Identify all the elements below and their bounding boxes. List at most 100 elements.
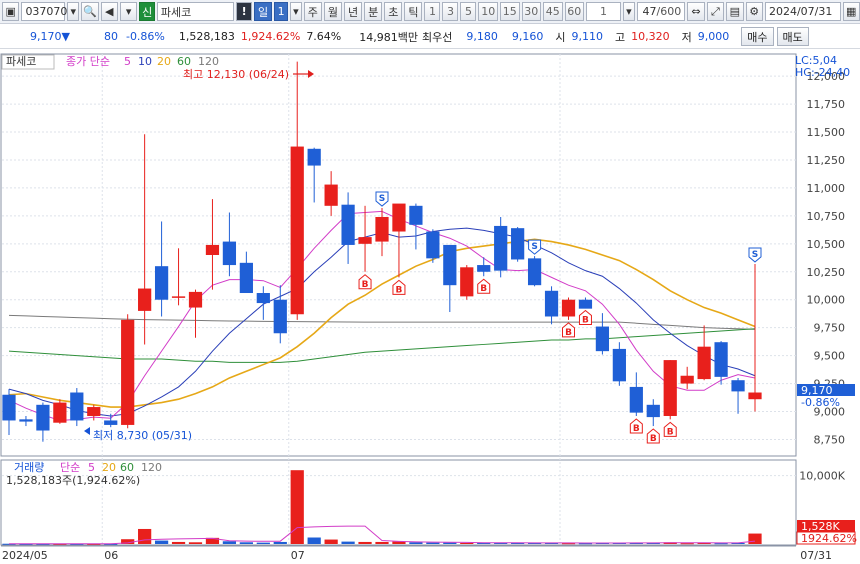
x-axis-label: 07: [291, 549, 305, 562]
minute-10-button[interactable]: 10: [478, 2, 498, 21]
search-icon[interactable]: 🔍: [81, 2, 99, 21]
candle-body: [527, 258, 542, 286]
candle-body: [629, 386, 643, 413]
high-price: 10,320: [631, 30, 670, 43]
signal-letter: B: [633, 424, 640, 434]
zoom-icon[interactable]: ⇔: [687, 2, 705, 21]
period-dropdown-icon[interactable]: ▾: [290, 2, 302, 21]
volume-bar: [138, 528, 152, 544]
candle-body: [511, 228, 525, 260]
candle-body: [222, 241, 237, 266]
candle-body: [256, 293, 270, 304]
candle-body: [324, 184, 338, 206]
candle-body: [171, 296, 186, 298]
period-week-button[interactable]: 주: [303, 2, 322, 21]
period-day-button[interactable]: 일: [253, 2, 273, 21]
period-tick-button[interactable]: 틱: [404, 2, 423, 21]
period-second-button[interactable]: 초: [384, 2, 403, 21]
crosshair-icon[interactable]: ⤢: [706, 2, 725, 21]
count-value: 47: [642, 5, 657, 18]
stock-name-field[interactable]: 파세코: [156, 2, 235, 21]
code-dropdown-icon[interactable]: ▾: [67, 2, 80, 21]
period-year-button[interactable]: 년: [343, 2, 363, 21]
candle-body: [731, 380, 745, 392]
candle-body: [663, 360, 677, 416]
volume-bar: [443, 542, 457, 544]
down-arrow-icon: ▼: [61, 30, 70, 43]
minute-1-button[interactable]: 1: [424, 2, 441, 21]
candle-body: [409, 205, 423, 225]
volume-bar: [409, 542, 423, 544]
price-chart[interactable]: 8,7509,0009,2509,5009,75010,00010,25010,…: [0, 50, 860, 564]
volume-bar: [324, 539, 338, 544]
y-tick-label: 10,000: [807, 294, 846, 307]
vol-tick-label: 10,000K: [799, 470, 845, 483]
save-icon[interactable]: ▤: [726, 2, 744, 21]
y-tick-label: 9,500: [814, 350, 846, 363]
panel-icon[interactable]: ▣: [2, 2, 20, 21]
minute-45-button[interactable]: 45: [543, 2, 563, 21]
volume-bar: [290, 470, 304, 544]
y-tick-label: 11,500: [807, 126, 846, 139]
signal-letter: B: [396, 285, 403, 295]
minute-dropdown-icon[interactable]: ▾: [623, 2, 635, 21]
candle-body: [460, 267, 474, 297]
minute-60-button[interactable]: 60: [564, 2, 585, 21]
trade-amount: 14,981백만: [359, 30, 418, 44]
speaker-icon[interactable]: ◀: [100, 2, 118, 21]
volume-value: 1,528,183: [178, 30, 235, 43]
signal-letter: B: [667, 427, 674, 437]
price-change-pct: -0.86%: [125, 30, 165, 43]
calendar-icon[interactable]: ▦: [842, 2, 860, 21]
best-ask-label: 최우선: [422, 30, 453, 44]
minute-input[interactable]: 1: [586, 2, 621, 21]
volume-bar: [222, 541, 237, 544]
y-tick-label: 11,750: [807, 98, 846, 111]
minute-3-button[interactable]: 3: [442, 2, 459, 21]
low-price: 9,000: [697, 30, 730, 43]
candle-body: [595, 326, 610, 352]
alert-icon[interactable]: !: [236, 2, 252, 21]
candle-body: [53, 402, 67, 423]
gear-icon[interactable]: ⚙: [745, 2, 763, 21]
signal-letter: B: [480, 284, 487, 294]
candle-body: [341, 204, 355, 245]
stock-code-input[interactable]: 037070: [21, 2, 67, 21]
price-change: 80: [103, 30, 118, 43]
candle-body: [375, 216, 389, 242]
date-text: 2024/07/31: [768, 5, 833, 18]
candle-body: [188, 291, 203, 308]
candle-body: [307, 148, 321, 166]
candle-body: [646, 404, 660, 418]
period-minute-button[interactable]: 분: [364, 2, 383, 21]
volume-bar: [341, 541, 355, 544]
vol-legend-ma60: 60: [120, 461, 134, 474]
sell-button[interactable]: 매도: [776, 27, 809, 46]
volume-bar: [171, 541, 186, 544]
chevron-down-icon[interactable]: ▾: [119, 2, 138, 21]
period-count[interactable]: 1: [274, 2, 289, 21]
count-max: /600: [656, 5, 682, 18]
volume-bar: [358, 541, 372, 544]
candle-body: [2, 394, 16, 421]
candle-body: [578, 299, 593, 309]
candle-body: [239, 262, 253, 294]
minute-30-button[interactable]: 30: [521, 2, 542, 21]
period-month-button[interactable]: 월: [323, 2, 342, 21]
minute-5-button[interactable]: 5: [460, 2, 477, 21]
high-label: 고: [615, 30, 626, 44]
y-tick-label: 11,250: [807, 154, 846, 167]
best-bid-price: 9,160: [511, 30, 544, 43]
signal-letter: S: [531, 242, 537, 252]
current-price: 9,170: [30, 30, 62, 43]
candle-body: [358, 237, 372, 244]
legend-stock-name: 파세코: [6, 55, 36, 68]
candle-body: [612, 348, 626, 382]
date-field[interactable]: 2024/07/31: [764, 2, 841, 21]
minute-15-button[interactable]: 15: [499, 2, 520, 21]
buy-button[interactable]: 매수: [741, 27, 774, 46]
y-tick-label: 10,250: [807, 266, 846, 279]
count-field[interactable]: 47/600: [636, 2, 686, 21]
y-tick-label: 8,750: [814, 433, 846, 446]
vol-legend-ma5: 5: [88, 461, 95, 474]
